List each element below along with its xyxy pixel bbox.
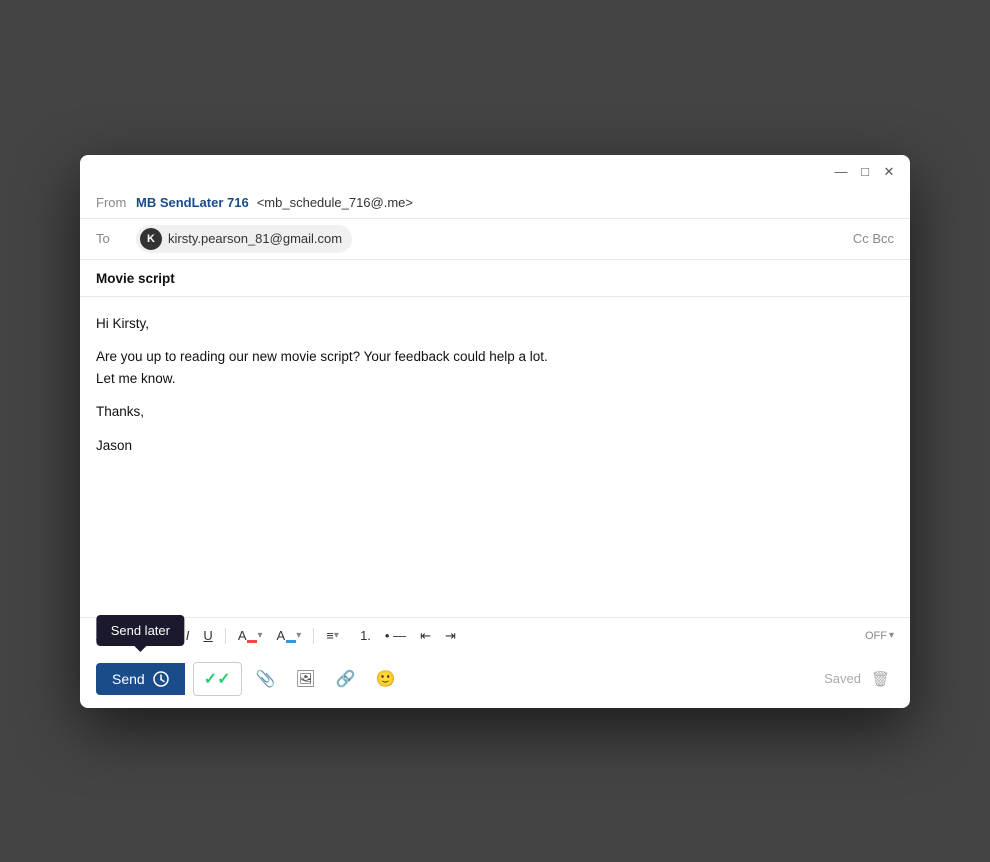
align-button[interactable]: ≡ ▾ [320,624,345,647]
outdent-icon: ⇤ [420,628,431,644]
close-button[interactable]: ✕ [882,165,896,179]
delete-button[interactable]: 🗑 [867,666,894,692]
ordered-list-icon: 1. [353,628,371,643]
ordered-list-button[interactable]: 1. [347,624,377,647]
underline-button[interactable]: U [197,624,218,647]
indent-icon: ⇥ [445,628,456,644]
send-button-group: Send later Send [96,663,185,695]
email-body[interactable]: Hi Kirsty, Are you up to reading our new… [80,297,910,617]
cc-bcc-button[interactable]: Cc Bcc [853,231,894,246]
image-icon: 🖼 [295,669,315,689]
off-dropdown-arrow: ▾ [889,630,894,641]
bottom-bar: Send later Send ✓✓ 📎 🖼 🔗 [80,654,910,708]
saved-label: Saved [824,671,861,686]
text-color-button[interactable]: A ▾ [232,624,269,647]
indent-button[interactable]: ⇥ [439,624,462,648]
subject-text: Movie script [96,271,175,286]
trash-icon: 🗑 [871,671,890,688]
toolbar-divider-2 [313,628,314,644]
from-display-name: MB SendLater 716 [136,195,249,210]
highlight-icon: A [277,628,297,643]
body-thanks: Thanks, [96,401,894,423]
link-button[interactable]: 🔗 [330,663,362,695]
subject-row: Movie script [80,259,910,297]
recipient-chip[interactable]: K kirsty.pearson_81@gmail.com [136,225,352,253]
paperclip-icon: 📎 [256,669,276,689]
highlight-dropdown-arrow: ▾ [296,630,301,641]
send-later-tooltip: Send later [97,615,184,646]
from-email: <mb_schedule_716@.me> [257,195,413,210]
emoji-icon: 🙂 [376,669,396,689]
window-controls: — □ ✕ [834,165,896,179]
formatting-toolbar: Arial 10 ▾ B I U A ▾ A ▾ ≡ ▾ 1. • — ⇤ [80,617,910,654]
saved-status: Saved 🗑 [824,666,894,692]
attachment-button[interactable]: 📎 [250,663,282,695]
to-label: To [96,231,128,246]
off-badge: OFF ▾ [865,630,894,642]
unordered-list-button[interactable]: • — [379,624,412,647]
confirm-button[interactable]: ✓✓ [193,662,242,696]
text-color-icon: A [238,628,258,643]
compose-window: — □ ✕ From MB SendLater 716 <mb_schedule… [80,155,910,708]
from-label: From [96,195,128,210]
from-row: From MB SendLater 716 <mb_schedule_716@.… [80,187,910,218]
recipient-email: kirsty.pearson_81@gmail.com [168,231,342,246]
to-row: To K kirsty.pearson_81@gmail.com Cc Bcc [80,218,910,259]
align-icon: ≡ [326,628,334,643]
align-dropdown-arrow: ▾ [334,630,339,641]
emoji-button[interactable]: 🙂 [370,663,402,695]
maximize-button[interactable]: □ [858,165,872,179]
minimize-button[interactable]: — [834,165,848,179]
link-icon: 🔗 [336,669,356,689]
toolbar-divider-1 [225,628,226,644]
title-bar: — □ ✕ [80,155,910,187]
highlight-color-button[interactable]: A ▾ [271,624,308,647]
body-signature: Jason [96,435,894,457]
text-color-dropdown-arrow: ▾ [257,630,262,641]
clock-icon [153,671,169,687]
body-paragraph: Are you up to reading our new movie scri… [96,346,894,389]
outdent-button[interactable]: ⇤ [414,624,437,648]
avatar: K [140,228,162,250]
image-button[interactable]: 🖼 [289,663,321,695]
checkmark-icon: ✓✓ [204,669,231,689]
send-label: Send [112,671,145,687]
unordered-list-icon: • — [385,628,406,643]
send-button[interactable]: Send [96,663,185,695]
body-greeting: Hi Kirsty, [96,313,894,335]
